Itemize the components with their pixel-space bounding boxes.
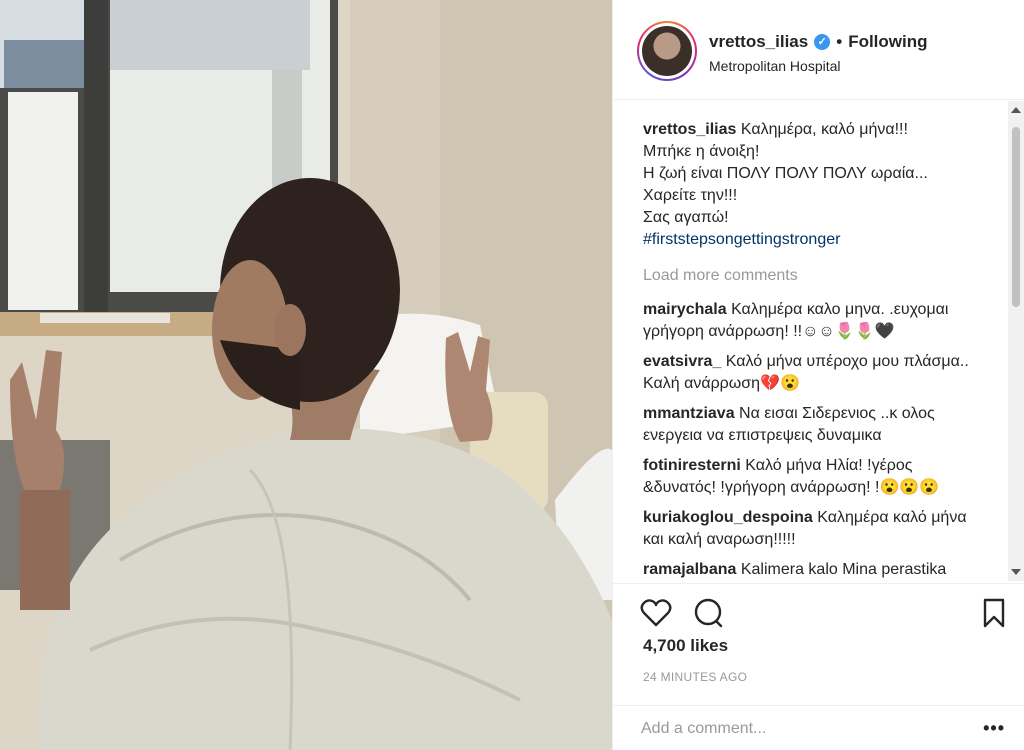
caption-line-3: Η ζωή είναι ΠΟΛΥ ΠΟΛΥ ΠΟΛΥ ωραία... [643,165,928,182]
verified-badge-icon: ✓ [814,34,831,50]
avatar[interactable] [637,21,697,81]
comment-username[interactable]: kuriakoglou_despoina [643,509,813,526]
bookmark-icon[interactable] [977,596,1011,630]
comment-icon[interactable] [691,596,725,630]
comment-username[interactable]: mairychala [643,301,727,318]
comments-scrollbar[interactable] [1008,101,1024,581]
comment-text: Kalimera kalo Mina perastika [740,561,947,578]
post-photo[interactable] [0,0,612,750]
post-header: vrettos_ilias ✓ • Following Metropolitan… [613,0,1024,100]
separator-dot: • [836,32,843,51]
add-comment-bar: ••• [613,705,1024,750]
comment-username[interactable]: evatsivra_ [643,353,721,370]
caption-line-5: Σας αγαπώ! [643,209,729,226]
comment-username[interactable]: mmantziava [643,405,735,422]
comment-username[interactable]: ramajalbana [643,561,736,578]
caption-username[interactable]: vrettos_ilias [643,121,736,138]
caption-line-1: Καλημέρα, καλό μήνα!!! [740,121,908,138]
comment-item: mmantziava Να εισαι Σιδερενιος ..κ ολος … [643,403,985,447]
add-comment-input[interactable] [641,716,961,742]
comment-item: mairychala Καλημέρα καλο μηνα. .ευχομαι … [643,299,985,343]
scroll-up-arrow-icon[interactable] [1011,107,1021,113]
comment-item: ramajalbana Kalimera kalo Mina perastika [643,559,985,581]
action-bar: 4,700 likes 24 MINUTES AGO [613,583,1024,693]
hashtag-link[interactable]: #firststepsongettingstronger [643,231,840,248]
scroll-thumb[interactable] [1012,127,1020,307]
load-more-comments-button[interactable]: Load more comments [643,265,985,287]
comment-item: kuriakoglou_despoina Καλημέρα καλό μήνα … [643,507,985,551]
following-button[interactable]: Following [848,32,927,52]
caption-line-4: Χαρείτε την!!! [643,187,738,204]
header-user-row: vrettos_ilias ✓ • Following [709,32,928,52]
caption-line-2: Μπήκε η άνοιξη! [643,143,760,160]
comment-username[interactable]: fotiniresternі [643,457,741,474]
comment-item: evatsivra_ Καλό μήνα υπέροχο μου πλάσμα.… [643,351,985,395]
location-link[interactable]: Metropolitan Hospital [709,58,841,74]
comments-list[interactable]: vrettos_ilias Καλημέρα, καλό μήνα!!! Μπή… [613,101,1024,581]
more-options-icon[interactable]: ••• [983,718,1005,739]
avatar-image [642,26,692,76]
post-sidebar: vrettos_ilias ✓ • Following Metropolitan… [612,0,1024,750]
comment-item: fotiniresternі Καλό μήνα Ηλία! !γέρος &δ… [643,455,985,499]
post-timestamp[interactable]: 24 MINUTES AGO [643,670,747,684]
heart-icon[interactable] [639,596,673,630]
header-username[interactable]: vrettos_ilias [709,32,808,52]
likes-count[interactable]: 4,700 likes [643,636,728,656]
caption: vrettos_ilias Καλημέρα, καλό μήνα!!! Μπή… [643,119,985,251]
scroll-down-arrow-icon[interactable] [1011,569,1021,575]
